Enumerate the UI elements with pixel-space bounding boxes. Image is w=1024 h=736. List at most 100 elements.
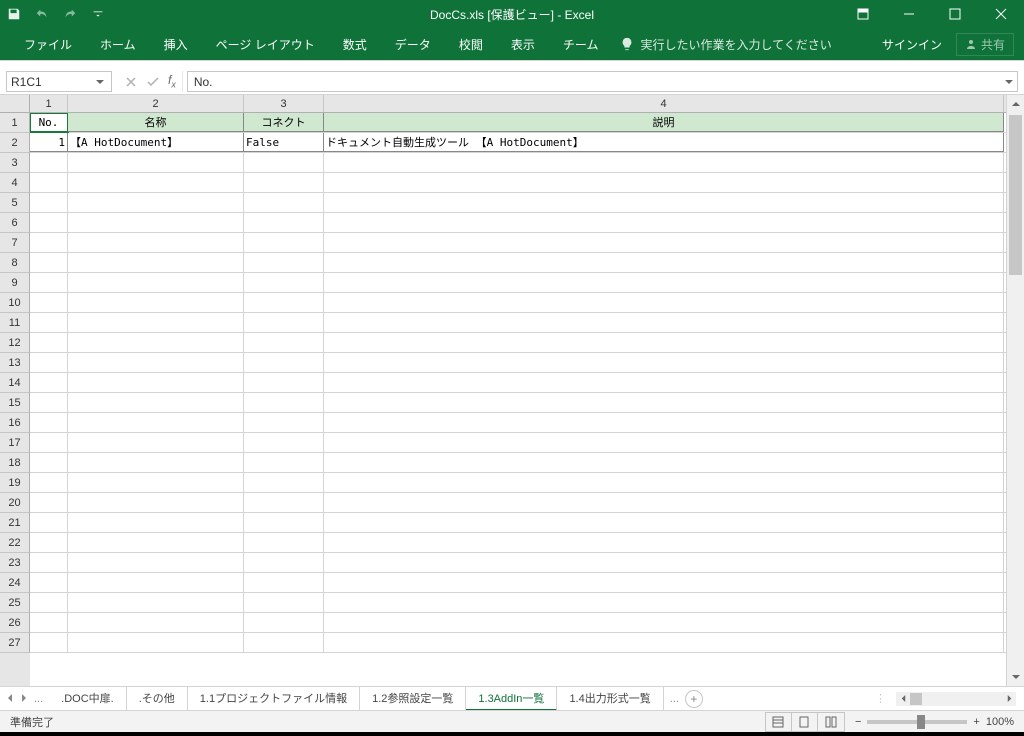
cell[interactable]: [244, 193, 324, 212]
cell[interactable]: [68, 353, 244, 372]
cell[interactable]: [68, 553, 244, 572]
sheet-tab[interactable]: 1.3AddIn一覧: [466, 687, 557, 711]
cell[interactable]: [324, 613, 1004, 632]
fx-icon[interactable]: fx: [168, 73, 176, 89]
cell[interactable]: [68, 493, 244, 512]
row-header[interactable]: 26: [0, 613, 30, 633]
cell[interactable]: [68, 473, 244, 492]
cell[interactable]: [244, 393, 324, 412]
add-sheet-button[interactable]: +: [685, 690, 703, 708]
row-header[interactable]: 13: [0, 353, 30, 373]
cell[interactable]: [30, 153, 68, 172]
cell[interactable]: [324, 533, 1004, 552]
col-header[interactable]: 1: [30, 95, 68, 112]
row-header[interactable]: 9: [0, 273, 30, 293]
cell[interactable]: [30, 193, 68, 212]
cell[interactable]: [324, 453, 1004, 472]
tab-file[interactable]: ファイル: [10, 28, 86, 60]
zoom-out-button[interactable]: −: [855, 716, 861, 728]
cell[interactable]: [324, 153, 1004, 172]
row-header[interactable]: 12: [0, 333, 30, 353]
vertical-scrollbar[interactable]: [1006, 95, 1024, 686]
cell[interactable]: [68, 413, 244, 432]
row-header[interactable]: 10: [0, 293, 30, 313]
cell[interactable]: [244, 553, 324, 572]
row-header[interactable]: 27: [0, 633, 30, 653]
view-normal-icon[interactable]: [766, 713, 792, 731]
scroll-left-icon[interactable]: [896, 692, 910, 706]
redo-icon[interactable]: [56, 0, 84, 28]
cell[interactable]: [244, 473, 324, 492]
cell[interactable]: 名称: [68, 113, 244, 132]
row-header[interactable]: 25: [0, 593, 30, 613]
scroll-right-icon[interactable]: [1002, 692, 1016, 706]
cell[interactable]: 説明: [324, 113, 1004, 132]
cell[interactable]: [30, 413, 68, 432]
cell[interactable]: [244, 233, 324, 252]
cell[interactable]: [68, 433, 244, 452]
zoom-in-button[interactable]: +: [973, 716, 979, 728]
cell[interactable]: [244, 453, 324, 472]
zoom-level[interactable]: 100%: [986, 716, 1014, 728]
tab-home[interactable]: ホーム: [86, 28, 150, 60]
cell[interactable]: [30, 333, 68, 352]
row-header[interactable]: 8: [0, 253, 30, 273]
cell[interactable]: [68, 213, 244, 232]
horizontal-scrollbar[interactable]: [896, 692, 1016, 706]
cell[interactable]: False: [244, 133, 324, 152]
cell[interactable]: [324, 413, 1004, 432]
cell[interactable]: [68, 513, 244, 532]
cell[interactable]: [324, 553, 1004, 572]
row-headers[interactable]: 1234567891011121314151617181920212223242…: [0, 113, 30, 686]
sheet-tab[interactable]: 1.1プロジェクトファイル情報: [188, 687, 360, 711]
cell[interactable]: [30, 573, 68, 592]
cell[interactable]: [30, 353, 68, 372]
cell[interactable]: [324, 513, 1004, 532]
cell[interactable]: [68, 593, 244, 612]
cell[interactable]: [30, 453, 68, 472]
cell[interactable]: No.: [30, 113, 68, 132]
sheet-tab[interactable]: 1.2参照設定一覧: [360, 687, 466, 711]
col-header[interactable]: 4: [324, 95, 1004, 112]
cell[interactable]: 【A HotDocument】: [68, 133, 244, 152]
cell[interactable]: [324, 193, 1004, 212]
save-icon[interactable]: [0, 0, 28, 28]
accept-icon[interactable]: [142, 76, 164, 88]
cell[interactable]: [68, 633, 244, 652]
cell[interactable]: [68, 153, 244, 172]
cell[interactable]: [244, 253, 324, 272]
cell[interactable]: [244, 153, 324, 172]
cell[interactable]: [244, 533, 324, 552]
row-header[interactable]: 3: [0, 153, 30, 173]
cell[interactable]: [324, 633, 1004, 652]
row-header[interactable]: 1: [0, 113, 30, 133]
col-header[interactable]: 3: [244, 95, 324, 112]
cell[interactable]: [30, 493, 68, 512]
cell[interactable]: [324, 333, 1004, 352]
tab-team[interactable]: チーム: [549, 28, 613, 60]
cell[interactable]: [30, 373, 68, 392]
cell[interactable]: [244, 293, 324, 312]
cell[interactable]: [68, 293, 244, 312]
minimize-icon[interactable]: [886, 0, 932, 28]
expand-formula-icon[interactable]: [1005, 75, 1013, 89]
select-all-corner[interactable]: [0, 95, 30, 113]
cell[interactable]: [244, 573, 324, 592]
cell[interactable]: [244, 513, 324, 532]
signin-link[interactable]: サインイン: [882, 36, 942, 53]
cell[interactable]: [244, 633, 324, 652]
cell[interactable]: [324, 433, 1004, 452]
cell[interactable]: [324, 393, 1004, 412]
sheet-tab[interactable]: .その他: [127, 687, 188, 711]
cell[interactable]: [244, 333, 324, 352]
cell[interactable]: [244, 173, 324, 192]
row-header[interactable]: 21: [0, 513, 30, 533]
tab-formulas[interactable]: 数式: [329, 28, 381, 60]
chevron-down-icon[interactable]: [93, 78, 107, 86]
close-icon[interactable]: [978, 0, 1024, 28]
row-header[interactable]: 23: [0, 553, 30, 573]
cell[interactable]: [30, 593, 68, 612]
row-header[interactable]: 22: [0, 533, 30, 553]
cell[interactable]: [324, 473, 1004, 492]
scroll-thumb[interactable]: [1009, 115, 1022, 275]
